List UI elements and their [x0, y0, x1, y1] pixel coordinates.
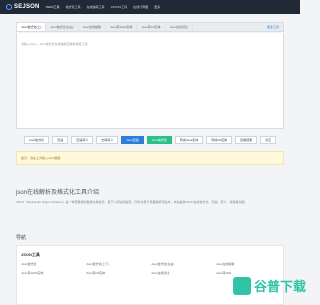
compress-escape-button[interactable]: 压缩转义: [71, 136, 93, 144]
nav-link[interactable]: Json在线对比: [151, 271, 216, 275]
intro-title: json在线解析及格式化工具介绍: [16, 187, 284, 196]
unescape-button[interactable]: 去除转义: [96, 136, 118, 144]
tab-json-format-tb[interactable]: Json格式化(上): [17, 23, 46, 31]
top-navbar: SEJSON JSON工具 格式化工具 在线编码工具 JS/CSS工具 在线计算…: [0, 0, 300, 14]
json-input-editor[interactable]: 请输入Json，Json格式化在线编辑及解析校验工具: [16, 33, 284, 129]
intro-section: json在线解析及格式化工具介绍 JSON（JavaScript Object …: [16, 187, 284, 205]
watermark-badge-icon: [233, 277, 251, 295]
tool-tabs: Json格式化(上) Json格式化(左右) Json在线编辑 Json转JAV…: [16, 22, 284, 32]
logo-text: SEJSON: [14, 4, 40, 10]
to-csharp-button[interactable]: 转成C#实体: [206, 136, 232, 144]
tab-json-format-lr[interactable]: Json格式化(左右): [46, 23, 78, 31]
topnav-item-jscss[interactable]: JS/CSS工具: [111, 5, 128, 9]
nav-heading: 导航: [16, 234, 26, 241]
site-logo[interactable]: SEJSON: [6, 4, 40, 10]
copy-result-button[interactable]: 复制结果: [235, 136, 257, 144]
topnav-item-format[interactable]: 格式化工具: [66, 5, 81, 9]
tab-more-tools[interactable]: 更多工具: [263, 23, 283, 31]
nav-link-grid: Json格式化 Json格式化(上下) Json格式化(左右) Json在线编辑…: [21, 262, 281, 275]
topnav-item-more[interactable]: 更多: [154, 5, 160, 9]
watermark-text: 谷普下载: [254, 276, 306, 295]
nav-link[interactable]: Json转C#实体: [86, 271, 151, 275]
logo-icon: [6, 4, 12, 10]
tab-json-to-java[interactable]: Json转JAVA实体: [106, 23, 137, 31]
tab-json-compare[interactable]: Json在线对比: [166, 23, 193, 31]
nav-link[interactable]: Json在线编辑: [216, 262, 281, 266]
watermark: 谷普下载: [233, 276, 306, 295]
topnav-item-encode[interactable]: 在线编码工具: [87, 5, 105, 9]
nav-link[interactable]: Json格式化: [21, 262, 86, 266]
nav-link[interactable]: Json转JAVA实体: [21, 271, 86, 275]
tab-json-to-csharp[interactable]: Json转C#实体: [137, 23, 165, 31]
tab-json-edit[interactable]: Json在线编辑: [79, 23, 106, 31]
editor-placeholder: 请输入Json，Json格式化在线编辑及解析校验工具: [21, 42, 88, 46]
action-toolbar: Json格式化 压缩 压缩转义 去除转义 Json压缩 Json格式化 转成Ja…: [16, 136, 284, 146]
to-java-button[interactable]: 转成Java实体: [175, 136, 203, 144]
compress-button[interactable]: 压缩: [52, 136, 68, 144]
top-nav-menu: JSON工具 格式化工具 在线编码工具 JS/CSS工具 在线计算器 更多: [46, 5, 161, 9]
nav-panel: JSON工具 Json格式化 Json格式化(上下) Json格式化(左右) J…: [16, 245, 284, 305]
topnav-item-json[interactable]: JSON工具: [46, 5, 60, 9]
topnav-item-calc[interactable]: 在线计算器: [133, 5, 148, 9]
json-format-button[interactable]: Json格式化: [147, 136, 172, 144]
format-button[interactable]: Json格式化: [24, 136, 49, 144]
nav-link[interactable]: Json格式化(上下): [86, 262, 151, 266]
clear-button[interactable]: 清空: [260, 136, 276, 144]
nav-link[interactable]: Json转XML: [216, 271, 281, 275]
hint-box: 提示：请在上方输入Json数据: [16, 151, 284, 165]
json-compress-button[interactable]: Json压缩: [121, 136, 143, 144]
nav-group-title: JSON工具: [21, 252, 40, 258]
intro-description: JSON（JavaScript Object Notation）是一种轻量级的数…: [16, 200, 284, 205]
nav-link[interactable]: Json格式化(左右): [151, 262, 216, 266]
